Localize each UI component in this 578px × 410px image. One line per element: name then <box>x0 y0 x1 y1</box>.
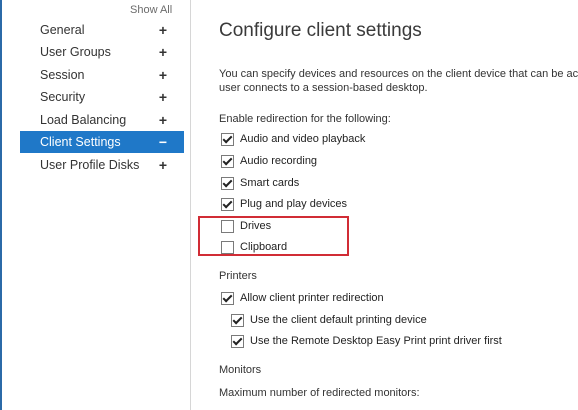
collapse-icon[interactable]: − <box>157 134 169 150</box>
expand-icon[interactable]: + <box>157 157 169 173</box>
checkbox-label: Smart cards <box>240 177 300 189</box>
checkbox-plug-and-play-devices[interactable]: Plug and play devices <box>221 196 347 212</box>
sidebar: Show All General + User Groups + Session… <box>2 0 191 410</box>
checkbox-client-default-printing-device[interactable]: Use the client default printing device <box>231 312 427 328</box>
checkbox-audio-recording[interactable]: Audio recording <box>221 153 317 169</box>
checkbox-label: Audio recording <box>240 155 318 167</box>
checkbox-label: Plug and play devices <box>240 198 348 210</box>
checkbox-label: Audio and video playback <box>240 133 366 145</box>
sidebar-divider <box>190 0 191 410</box>
checkbox-allow-client-printer-redirection[interactable]: Allow client printer redirection <box>221 290 384 306</box>
sidebar-item-user-profile-disks[interactable]: User Profile Disks + <box>20 154 184 176</box>
description-line: user connects to a session-based desktop… <box>219 82 428 94</box>
page-title: Configure client settings <box>219 20 422 41</box>
sidebar-item-label: General <box>40 23 85 37</box>
sidebar-item-label: Load Balancing <box>40 113 127 127</box>
checkbox[interactable] <box>221 132 234 146</box>
expand-icon[interactable]: + <box>157 112 169 128</box>
description: You can specify devices and resources on… <box>219 67 578 95</box>
checkbox-label: Use the Remote Desktop Easy Print print … <box>250 335 502 347</box>
monitors-heading: Monitors <box>219 364 262 376</box>
sidebar-item-label: User Profile Disks <box>40 158 140 172</box>
checkbox[interactable] <box>221 291 234 305</box>
checkbox-label: Allow client printer redirection <box>240 292 384 304</box>
sidebar-item-security[interactable]: Security + <box>20 86 184 108</box>
expand-icon[interactable]: + <box>157 22 169 38</box>
show-all-link[interactable]: Show All <box>130 4 172 16</box>
highlight-box <box>198 216 349 256</box>
max-monitors-label: Maximum number of redirected monitors: <box>219 387 420 399</box>
sidebar-item-session[interactable]: Session + <box>20 64 184 86</box>
description-line: You can specify devices and resources on… <box>219 68 578 80</box>
expand-icon[interactable]: + <box>157 89 169 105</box>
expand-icon[interactable]: + <box>157 44 169 60</box>
sidebar-item-general[interactable]: General + <box>20 19 184 41</box>
sidebar-item-user-groups[interactable]: User Groups + <box>20 41 184 63</box>
checkbox[interactable] <box>221 154 234 168</box>
checkbox[interactable] <box>231 313 244 327</box>
sidebar-item-label: Security <box>40 90 86 104</box>
redirection-heading: Enable redirection for the following: <box>219 113 391 125</box>
sidebar-item-label: User Groups <box>40 45 111 59</box>
printers-heading: Printers <box>219 270 257 282</box>
checkbox-easy-print-driver-first[interactable]: Use the Remote Desktop Easy Print print … <box>231 333 502 349</box>
checkbox[interactable] <box>221 197 234 211</box>
checkbox[interactable] <box>231 334 244 348</box>
sidebar-item-client-settings[interactable]: Client Settings − <box>20 131 184 153</box>
checkbox-smart-cards[interactable]: Smart cards <box>221 175 299 191</box>
expand-icon[interactable]: + <box>157 67 169 83</box>
sidebar-item-label: Session <box>40 68 85 82</box>
checkbox-audio-video-playback[interactable]: Audio and video playback <box>221 131 365 147</box>
checkbox[interactable] <box>221 176 234 190</box>
checkbox-label: Use the client default printing device <box>250 314 427 326</box>
sidebar-item-label: Client Settings <box>40 135 121 149</box>
sidebar-item-load-balancing[interactable]: Load Balancing + <box>20 109 184 131</box>
